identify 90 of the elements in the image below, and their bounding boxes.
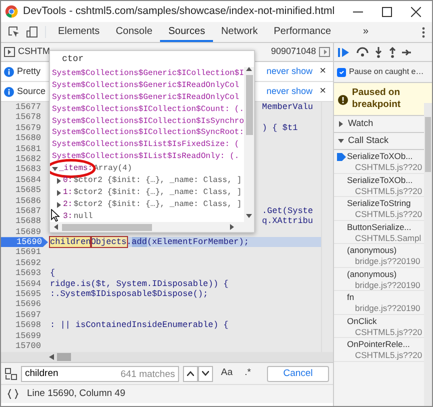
line-number[interactable]: 15699	[1, 330, 44, 341]
close-notice-button[interactable]: ×	[316, 83, 330, 100]
line-number[interactable]: 15694	[1, 278, 44, 290]
completion-item[interactable]: System$Collections$Generic$IReadOnlyCol	[52, 92, 240, 104]
frame-function[interactable]: SerializeToXOb...	[347, 174, 413, 186]
line-number[interactable]: 15693	[1, 268, 44, 279]
frame-location[interactable]: bridge.js??20190	[355, 303, 420, 314]
pause-on-caught-label: Pause on caught e…	[349, 66, 424, 78]
frame-location[interactable]: bridge.js??20190	[355, 256, 420, 267]
line-number[interactable]: 15683	[1, 164, 44, 175]
line-number[interactable]: 15677	[1, 102, 44, 112]
code-line: : || isContainedInsideEnumerable) {	[50, 320, 229, 331]
frame-function[interactable]: OnClick	[347, 316, 377, 326]
completion-item[interactable]: System$Collections$Generic$ICollection$I	[52, 68, 244, 80]
close-notice-button[interactable]: ×	[316, 63, 330, 80]
notice-text: Source	[17, 84, 46, 98]
frame-function[interactable]: (anonymous)	[347, 245, 397, 256]
completion-item[interactable]: System$Collections$ICollection$Count: (.	[52, 104, 244, 116]
frame-function[interactable]: SerializeToXOb...	[347, 151, 413, 162]
cancel-button[interactable]: Cancel	[267, 366, 329, 382]
line-number[interactable]: 15679	[1, 122, 44, 134]
completion-item[interactable]: System$Collections$ICollection$IsSynchro	[52, 116, 244, 128]
line-number[interactable]: 15685	[1, 185, 44, 196]
frame-function[interactable]: fn	[347, 292, 354, 303]
file-tab[interactable]: 909071048	[270, 45, 316, 59]
frame-location[interactable]: CSHTML5.Sampl	[355, 232, 422, 244]
regex-button[interactable]: .*	[240, 366, 255, 381]
property-name[interactable]: 0:	[63, 174, 73, 187]
line-number[interactable]: 15696	[1, 299, 44, 310]
section-title[interactable]: Call Stack	[348, 134, 389, 148]
property-value: null	[74, 210, 93, 222]
line-number[interactable]: 15700	[1, 340, 44, 352]
property-name[interactable]: 3:	[63, 210, 73, 222]
line-number[interactable]: 15680	[1, 133, 44, 144]
match-case-button[interactable]: Aa	[217, 366, 237, 381]
code-line: ) { $t1	[262, 122, 298, 134]
frame-function[interactable]: SerializeToString	[347, 198, 411, 209]
never-show-link[interactable]: never show	[266, 84, 313, 98]
code-line: q.XAttribu	[262, 216, 314, 227]
notice-text: Pretty	[17, 64, 41, 78]
frame-function[interactable]: OnPointerRele...	[347, 339, 410, 350]
line-number[interactable]: 15681	[1, 144, 44, 154]
frame-location[interactable]: CSHTML5.js??20	[355, 162, 422, 173]
window-title: DevTools - cshtml5.com/samples/showcase/index-not-minified.html	[23, 4, 336, 19]
code-line: :.System$IDisposable$Dispose();	[50, 289, 208, 300]
section-title[interactable]: Watch	[348, 117, 374, 131]
property-name[interactable]: 1:	[63, 186, 73, 199]
current-line-number[interactable]: 15690	[1, 237, 48, 248]
line-number[interactable]: 15686	[1, 196, 44, 206]
line-number[interactable]: 15692	[1, 258, 44, 268]
frame-function[interactable]: ButtonSerialize...	[347, 222, 412, 232]
property-name[interactable]: 2:	[63, 198, 73, 211]
completion-item[interactable]: System$Collections$Generic$IReadOnlyCol	[52, 80, 240, 92]
completion-item[interactable]: System$Collections$ICollection$SyncRoot:	[52, 127, 244, 140]
line-number[interactable]: 15695	[1, 289, 44, 300]
never-show-link[interactable]: never show	[266, 64, 313, 78]
panel-tab[interactable]: Network	[213, 22, 266, 42]
panel-tab[interactable]: Performance	[266, 22, 340, 42]
property-value: $ctor2 {$init: {…}, _name: Class, ]	[74, 198, 242, 211]
panel-tab[interactable]: Console	[108, 22, 160, 42]
frame-location[interactable]: bridge.js??20190	[355, 280, 420, 290]
panel-tab[interactable]: Elements	[50, 22, 108, 42]
line-number[interactable]: 15688	[1, 216, 44, 227]
line-number[interactable]: 15684	[1, 174, 44, 186]
code-line: ridge.is($t, System.IDisposable)) {	[50, 278, 229, 290]
line-number[interactable]: 15678	[1, 112, 44, 123]
line-number[interactable]: 15697	[1, 310, 44, 320]
autocomplete-query: ctor	[61, 53, 85, 66]
code-line: .Get(Syste	[262, 206, 314, 216]
line-number[interactable]: 15698	[1, 320, 44, 331]
completion-item[interactable]: System$Collections$IList$IsReadOnly: (.	[52, 151, 240, 164]
line-number[interactable]: 15687	[1, 206, 44, 216]
property-value: $ctor2 {$init: {…}, _name: Class, ]	[74, 174, 242, 187]
property-value: $ctor2 {$init: {…}, _name: Class, ]	[74, 186, 242, 199]
frame-location[interactable]: CSHTML5.js??20	[355, 186, 422, 196]
frame-location[interactable]: CSHTML5.js??20	[355, 326, 422, 338]
frame-location[interactable]: CSHTML5.js??20	[355, 209, 422, 220]
match-count: 641 matches	[120, 368, 175, 382]
code-line: {	[50, 268, 56, 279]
more-tabs-button[interactable]: »	[355, 22, 377, 42]
line-number[interactable]: 15691	[1, 247, 44, 258]
line-number[interactable]: 15682	[1, 154, 44, 164]
frame-function[interactable]: (anonymous)	[347, 268, 397, 280]
file-tab[interactable]: CSHTM	[18, 45, 50, 59]
completion-item[interactable]: System$Collections$IList$IsFixedSize: (	[52, 139, 240, 152]
frame-location[interactable]: CSHTML5.js??20	[355, 350, 422, 361]
paused-message: Paused on breakpoint	[352, 87, 402, 111]
line-number[interactable]: 15689	[1, 226, 44, 238]
code-line: MemberValu	[262, 102, 314, 112]
cursor-position: Line 15690, Column 49	[27, 386, 126, 401]
